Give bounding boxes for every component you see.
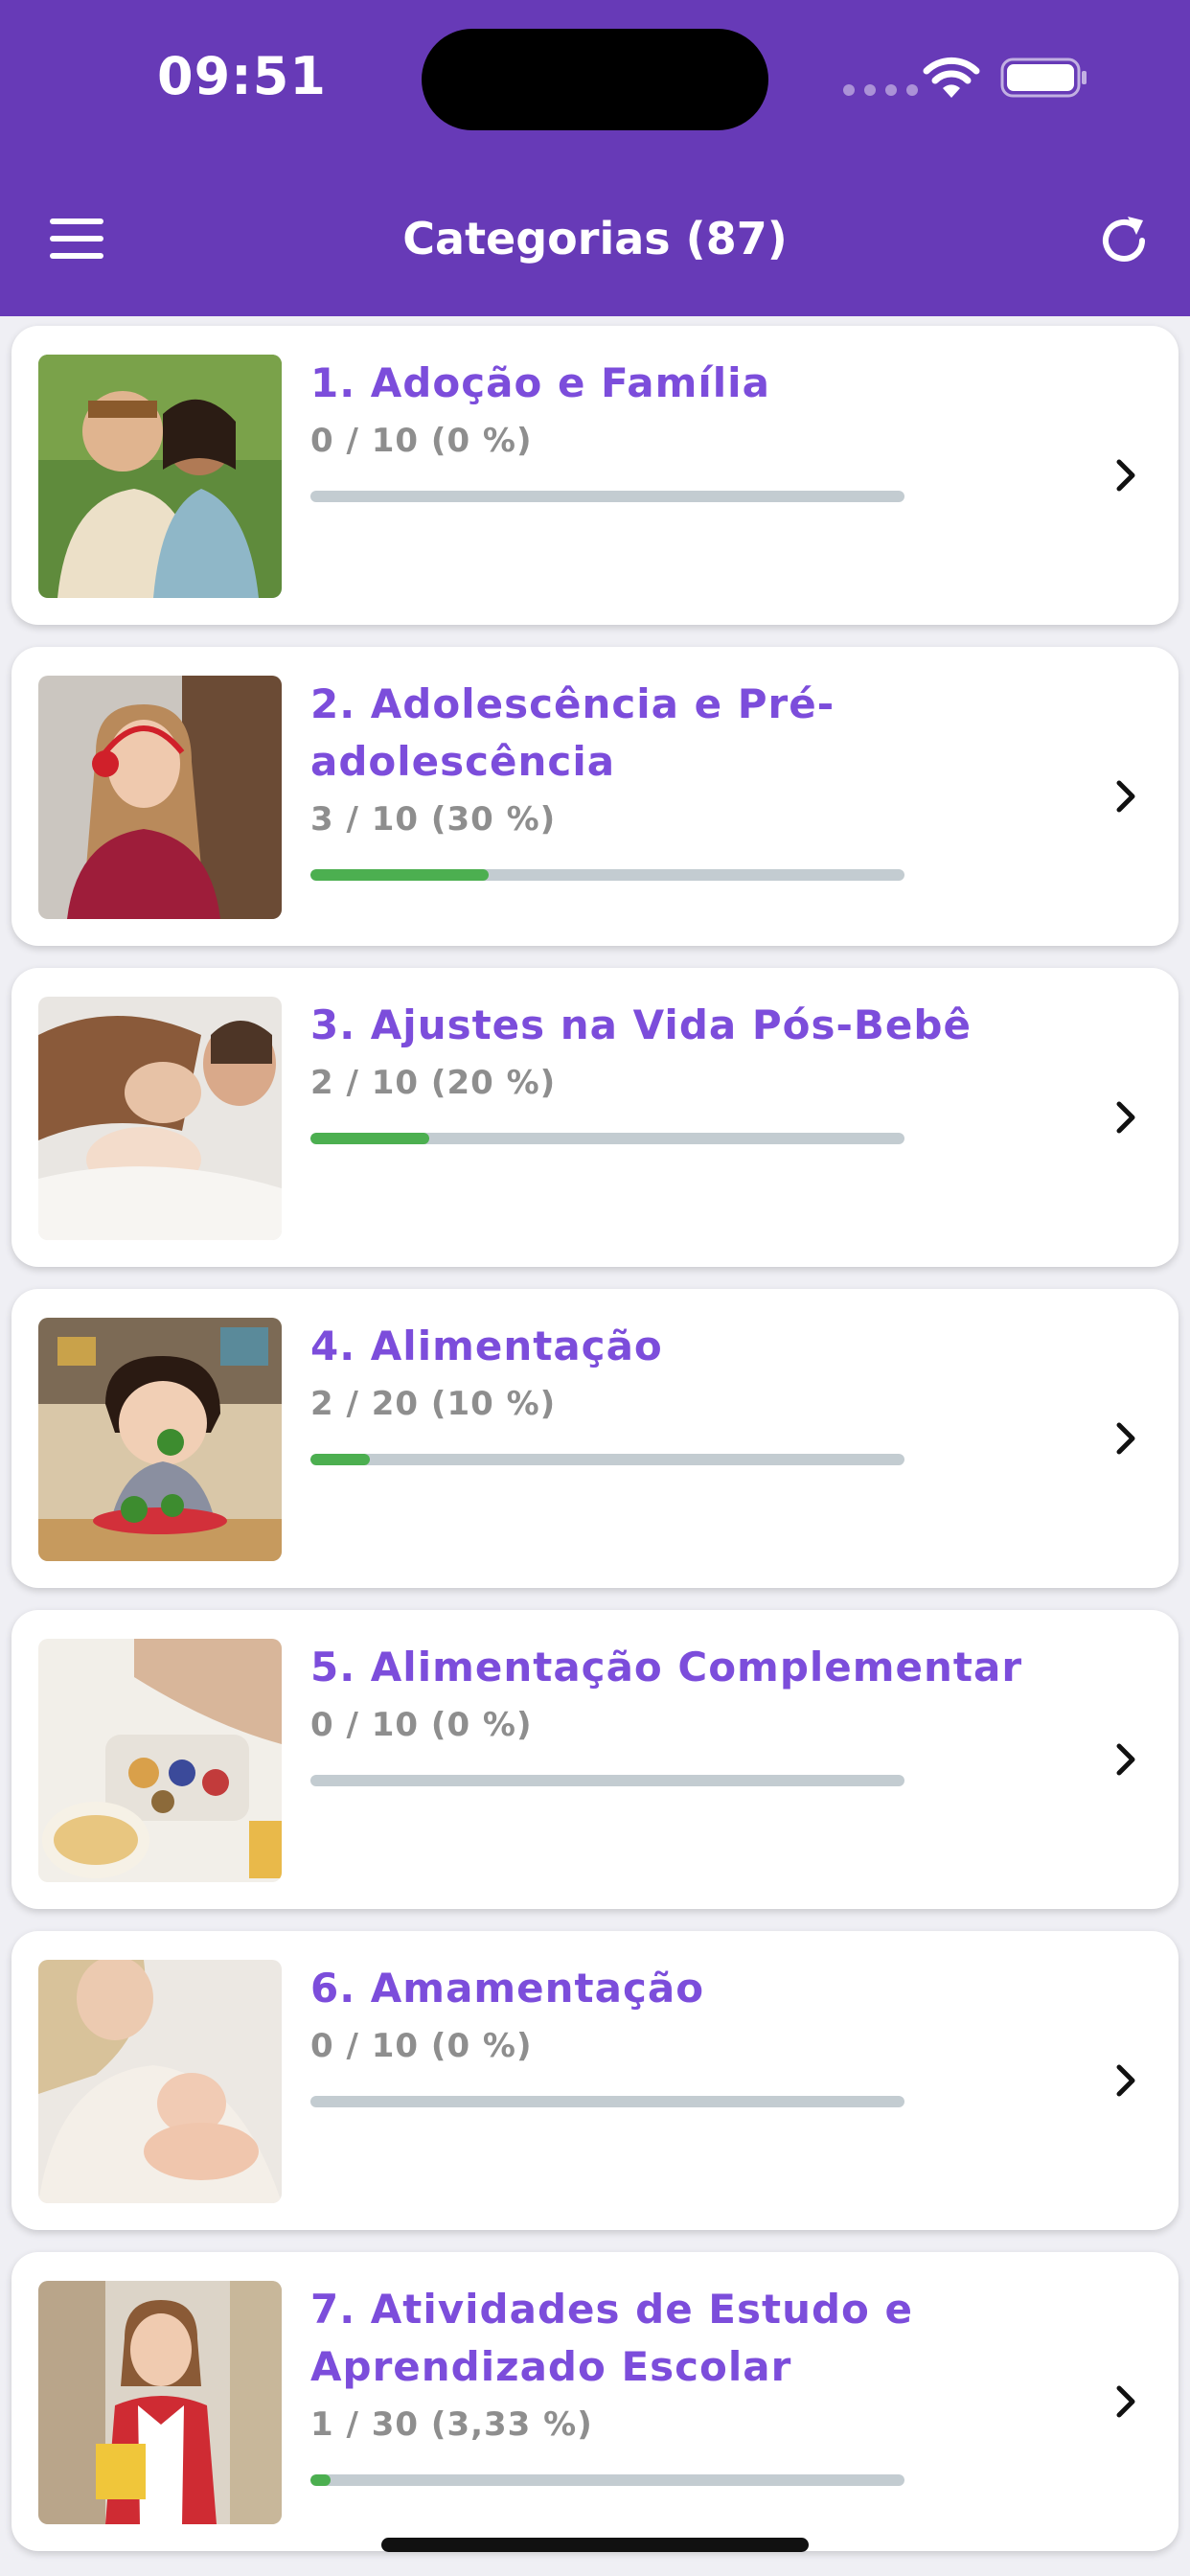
status-time: 09:51 [157,46,327,106]
progress-bar-fill [310,869,489,881]
chevron-right-icon [1116,2064,1135,2097]
father-and-daughter-photo [38,355,282,598]
category-card[interactable]: 3. Ajustes na Vida Pós-Bebê 2 / 10 (20 %… [11,968,1179,1267]
dynamic-island [422,29,768,130]
progress-bar [310,2096,904,2107]
category-title: 1. Adoção e Família [310,359,770,406]
breastfeeding-photo [38,1960,282,2203]
category-card[interactable]: 1. Adoção e Família 0 / 10 (0 %) [11,326,1179,625]
category-progress-text: 3 / 10 (30 %) [310,800,557,839]
schoolgirl-with-backpack-photo [38,2281,282,2524]
category-progress-text: 2 / 20 (10 %) [310,1385,557,1423]
category-title: 7. Atividades de Estudo e Aprendizado Es… [310,2286,913,2390]
category-title: 2. Adolescência e Pré-adolescência [310,680,835,785]
category-progress-text: 1 / 30 (3,33 %) [310,2405,593,2444]
category-card[interactable]: 6. Amamentação 0 / 10 (0 %) [11,1931,1179,2230]
app-bar: 09:51 Categorias (87) [0,0,1190,316]
progress-bar [310,491,904,502]
progress-bar [310,1775,904,1786]
progress-bar [310,1133,904,1144]
category-title: 4. Alimentação [310,1322,663,1369]
category-title: 3. Ajustes na Vida Pós-Bebê [310,1001,972,1048]
cellular-signal-icon [843,84,918,96]
progress-bar [310,869,904,881]
progress-bar [310,2474,904,2486]
chevron-right-icon [1116,459,1135,492]
progress-bar-fill [310,1454,370,1465]
progress-bar [310,1454,904,1465]
category-card[interactable]: 7. Atividades de Estudo e Aprendizado Es… [11,2252,1179,2551]
parents-with-baby-photo [38,997,282,1240]
progress-bar-fill [310,2474,331,2486]
category-title: 5. Alimentação Complementar [310,1644,1023,1690]
category-card[interactable]: 5. Alimentação Complementar 0 / 10 (0 %) [11,1610,1179,1909]
progress-bar-fill [310,1133,429,1144]
category-progress-text: 0 / 10 (0 %) [310,2027,533,2065]
chevron-right-icon [1116,1743,1135,1776]
category-card[interactable]: 4. Alimentação 2 / 20 (10 %) [11,1289,1179,1588]
chevron-right-icon [1116,1422,1135,1455]
page-title: Categorias (87) [402,213,788,264]
chevron-right-icon [1116,2385,1135,2418]
battery-icon [1000,58,1087,98]
chevron-right-icon [1116,780,1135,813]
chevron-right-icon [1116,1101,1135,1134]
baby-food-plate-photo [38,1639,282,1882]
wifi-icon [923,57,980,98]
toddler-eating-broccoli-photo [38,1318,282,1561]
category-card[interactable]: 2. Adolescência e Pré-adolescência 3 / 1… [11,647,1179,946]
category-title: 6. Amamentação [310,1965,705,2012]
home-indicator [381,2538,809,2552]
category-progress-text: 2 / 10 (20 %) [310,1064,557,1102]
category-progress-text: 0 / 10 (0 %) [310,422,533,460]
category-progress-text: 0 / 10 (0 %) [310,1706,533,1744]
teen-with-headphones-photo [38,676,282,919]
refresh-icon[interactable] [1096,213,1152,268]
